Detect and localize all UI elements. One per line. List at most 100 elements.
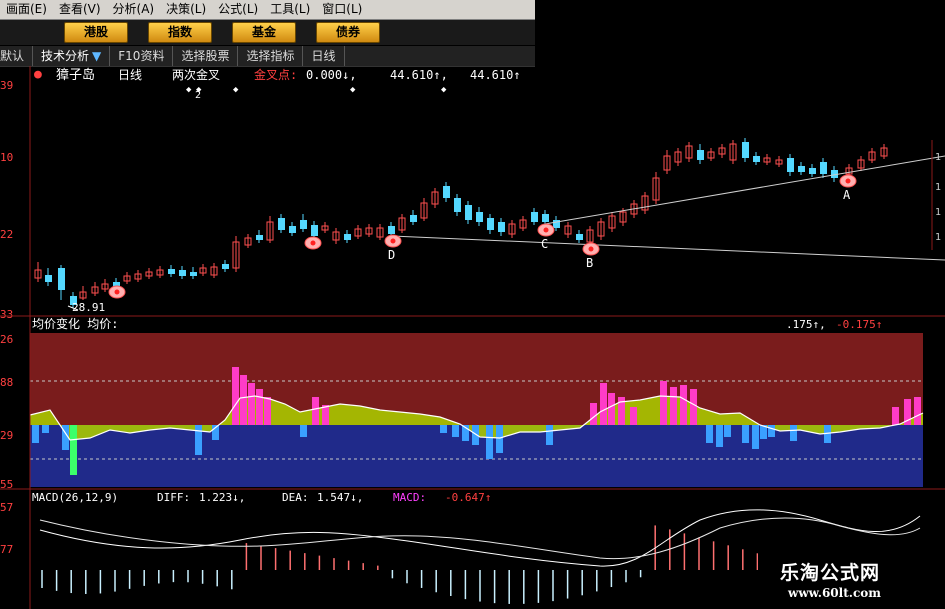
avg-bar <box>742 425 749 443</box>
avg-bars <box>32 367 921 475</box>
menu-analysis[interactable]: 分析(A) <box>107 0 161 19</box>
avg-bar <box>608 393 615 425</box>
function-toolbar: 默认 技术分析 ▼ F10资料 选择股票 选择指标 日线 <box>0 46 535 67</box>
candle-body <box>420 202 428 219</box>
avg-bar <box>232 367 239 425</box>
candle-body <box>685 145 693 159</box>
avg-bar <box>790 425 797 441</box>
avg-bar <box>70 425 77 475</box>
signal-dot-core <box>390 238 396 244</box>
candle-body <box>70 296 77 305</box>
toolbar-select-indicator[interactable]: 选择指标 <box>238 46 304 66</box>
avg-bar <box>248 383 255 425</box>
avg-bar <box>618 397 625 425</box>
candle-body <box>113 282 120 287</box>
menu-formula[interactable]: 公式(L) <box>212 0 264 19</box>
candle-body <box>123 275 131 282</box>
menu-tools[interactable]: 工具(L) <box>264 0 316 19</box>
toolbar-technical-analysis[interactable]: 技术分析 ▼ <box>33 46 111 66</box>
avg-area-polygon <box>30 396 923 440</box>
avg-bar <box>690 389 697 425</box>
signal-dot-core <box>114 289 120 295</box>
toolbar-f10[interactable]: F10资料 <box>110 46 174 66</box>
nav-index-button[interactable]: 指数 <box>148 22 212 43</box>
avg-panel: 均价变化 均价: .175↑, -0.175↑ 26 88 29 55 <box>0 316 924 491</box>
panel-dividers <box>0 66 945 609</box>
candle-body <box>190 272 197 276</box>
avg-bar <box>716 425 723 447</box>
candle-body <box>199 267 207 274</box>
signal-point-label: C <box>541 237 548 251</box>
avg-bar <box>904 399 911 425</box>
market-nav: 港股 指数 基金 债券 <box>0 20 535 45</box>
signal-dot-core <box>310 240 316 246</box>
trendlines <box>67 155 945 311</box>
axis-label-avg-3: 29 <box>0 429 13 442</box>
right-axis-2: 1 <box>935 182 941 193</box>
goldcross-value-3: 44.610↑ <box>470 68 521 82</box>
avg-bar <box>630 407 637 425</box>
avg-line-path <box>29 395 924 441</box>
trendline-resistance <box>544 155 945 225</box>
goldcross-label: 金叉点: <box>254 67 297 82</box>
nav-funds-button[interactable]: 基金 <box>232 22 296 43</box>
dea-label: DEA: <box>282 491 309 504</box>
price-panel-header: ● 獐子岛 日线 两次金叉 金叉点: 0.000↓, 44.610↑, 44.6… <box>34 67 521 101</box>
menu-view[interactable]: 查看(V) <box>53 0 107 19</box>
avg-bar <box>312 397 319 425</box>
candle-body <box>145 271 153 277</box>
menu-window[interactable]: 窗口(L) <box>316 0 368 19</box>
avg-bar <box>62 425 69 450</box>
signal-dot-core <box>588 246 594 252</box>
toolbar-default[interactable]: 默认 <box>0 46 34 66</box>
signal-point-label: D <box>388 248 395 262</box>
right-axis: 1 1 1 1 <box>935 152 941 243</box>
avg-bar <box>496 425 503 453</box>
axis-label-avg-1: 26 <box>0 333 13 346</box>
candle-body <box>179 270 186 276</box>
marker-2: 2 <box>195 90 201 101</box>
avg-value-1: .175↑, <box>786 318 826 331</box>
star-marker: ◆ <box>350 85 356 95</box>
candle-body <box>652 177 660 201</box>
candle-body <box>91 286 99 294</box>
avg-bar <box>472 425 479 445</box>
candle-body <box>365 227 373 235</box>
candle-body <box>498 222 505 232</box>
avg-bar <box>768 425 775 437</box>
candle-body <box>707 151 715 159</box>
candle-body <box>168 269 175 274</box>
candle-body <box>542 214 549 222</box>
watermark-url: www.60lt.com <box>788 586 881 600</box>
candle-body <box>232 241 240 269</box>
avg-bar <box>42 425 49 433</box>
candle-body <box>134 273 142 280</box>
menu-draw[interactable]: 画面(E) <box>0 0 53 19</box>
signal-dot <box>839 174 857 188</box>
avg-bar <box>914 397 921 425</box>
star-marker: ◆ <box>441 85 447 95</box>
candle-body <box>58 268 65 290</box>
avg-bar <box>486 425 493 459</box>
candle-body <box>576 234 583 240</box>
low-pointer <box>67 305 79 311</box>
candle-body <box>101 283 109 290</box>
nav-bonds-button[interactable]: 债券 <box>316 22 380 43</box>
toolbar-daily[interactable]: 日线 <box>303 46 345 66</box>
menu-bar: 画面(E) 查看(V) 分析(A) 决策(L) 公式(L) 工具(L) 窗口(L… <box>0 0 535 20</box>
axis-label-price-4: 33 <box>0 308 13 321</box>
star-markers: ◆ ◆ ◆ ◆ ◆ <box>186 85 447 95</box>
menu-decision[interactable]: 决策(L) <box>160 0 212 19</box>
candle-body <box>880 147 888 157</box>
toolbar-select-stock[interactable]: 选择股票 <box>173 46 239 66</box>
candle-body <box>630 203 638 215</box>
macd-label: MACD(26,12,9) <box>32 491 118 504</box>
candle-body <box>508 223 516 235</box>
nav-hk-stocks-button[interactable]: 港股 <box>64 22 128 43</box>
signal-point-label: A <box>843 188 851 202</box>
avg-bar <box>256 389 263 425</box>
right-axis-3: 1 <box>935 207 941 218</box>
goldcross-value-2: 44.610↑, <box>390 68 448 82</box>
candle-body <box>34 269 42 279</box>
watermark-title: 乐淘公式网 <box>780 562 881 584</box>
